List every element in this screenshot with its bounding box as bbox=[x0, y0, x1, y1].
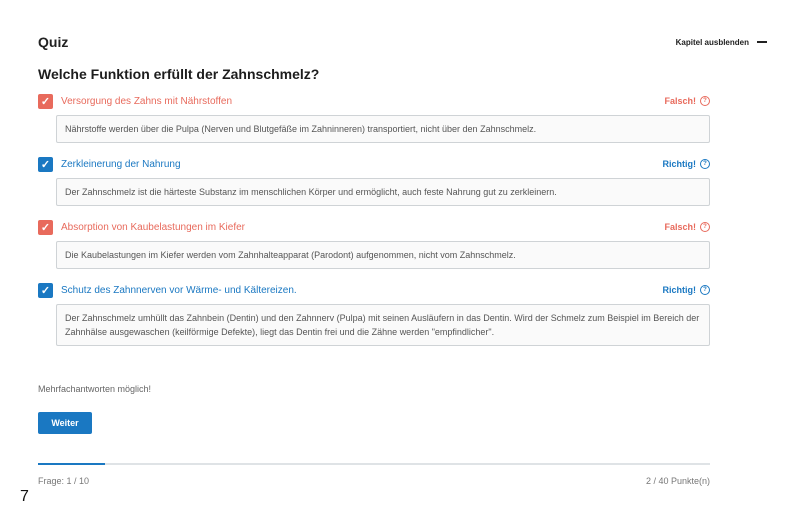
quiz-title: Quiz bbox=[38, 34, 69, 50]
answer-explanation: Der Zahnschmelz ist die härteste Substan… bbox=[56, 178, 710, 206]
verdict-badge: Richtig! ? bbox=[662, 285, 710, 295]
answer-label[interactable]: Versorgung des Zahns mit Nährstoffen bbox=[61, 96, 232, 107]
answer-explanation: Der Zahnschmelz umhüllt das Zahnbein (De… bbox=[56, 304, 710, 346]
answer-label[interactable]: Schutz des Zahnnerven vor Wärme- und Käl… bbox=[61, 285, 297, 296]
answer-checkbox[interactable]: ✓ bbox=[38, 219, 53, 235]
answer-item: ✓ Zerkleinerung der Nahrung Richtig! ? D… bbox=[38, 155, 710, 206]
verdict-badge: Falsch! ? bbox=[664, 222, 710, 232]
multiple-answers-hint: Mehrfachantworten möglich! bbox=[38, 384, 152, 394]
answer-item: ✓ Absorption von Kaubelastungen im Kiefe… bbox=[38, 218, 710, 269]
answer-explanation: Nährstoffe werden über die Pulpa (Nerven… bbox=[56, 115, 710, 143]
verdict-badge: Falsch! ? bbox=[664, 96, 710, 106]
quiz-header: Quiz Kapitel ausblenden bbox=[38, 33, 767, 51]
progress-fill bbox=[38, 463, 106, 465]
help-circle-icon[interactable]: ? bbox=[700, 96, 710, 106]
verdict-text: Falsch! bbox=[664, 222, 696, 232]
help-circle-icon[interactable]: ? bbox=[700, 222, 710, 232]
answer-item: ✓ Versorgung des Zahns mit Nährstoffen F… bbox=[38, 92, 710, 143]
answer-item: ✓ Schutz des Zahnnerven vor Wärme- und K… bbox=[38, 281, 710, 346]
answer-explanation: Die Kaubelastungen im Kiefer werden vom … bbox=[56, 241, 710, 269]
verdict-text: Richtig! bbox=[662, 159, 697, 169]
check-icon: ✓ bbox=[40, 221, 51, 234]
help-circle-icon[interactable]: ? bbox=[700, 159, 710, 169]
answer-list: ✓ Versorgung des Zahns mit Nährstoffen F… bbox=[38, 92, 710, 358]
verdict-text: Richtig! bbox=[662, 285, 697, 295]
answer-label[interactable]: Zerkleinerung der Nahrung bbox=[61, 159, 181, 170]
hide-chapter-button[interactable]: Kapitel ausblenden bbox=[676, 38, 767, 47]
page-number: 7 bbox=[20, 488, 29, 505]
quiz-card: Quiz Kapitel ausblenden Welche Funktion … bbox=[0, 0, 787, 513]
answer-checkbox[interactable]: ✓ bbox=[38, 282, 53, 298]
check-icon: ✓ bbox=[40, 95, 51, 108]
minus-icon bbox=[757, 41, 767, 43]
check-icon: ✓ bbox=[40, 284, 51, 297]
answer-checkbox[interactable]: ✓ bbox=[38, 156, 53, 172]
question-counter: Frage: 1 / 10 bbox=[38, 476, 90, 486]
next-button[interactable]: Weiter bbox=[38, 412, 92, 434]
help-circle-icon[interactable]: ? bbox=[700, 285, 710, 295]
question-text: Welche Funktion erfüllt der Zahnschmelz? bbox=[38, 66, 320, 82]
hide-chapter-label: Kapitel ausblenden bbox=[675, 37, 749, 47]
answer-checkbox[interactable]: ✓ bbox=[38, 93, 53, 109]
verdict-badge: Richtig! ? bbox=[662, 159, 710, 169]
verdict-text: Falsch! bbox=[664, 96, 696, 106]
check-icon: ✓ bbox=[40, 158, 51, 171]
answer-label[interactable]: Absorption von Kaubelastungen im Kiefer bbox=[61, 222, 245, 233]
progress-bar bbox=[38, 463, 710, 465]
points-counter: 2 / 40 Punkte(n) bbox=[645, 476, 710, 486]
